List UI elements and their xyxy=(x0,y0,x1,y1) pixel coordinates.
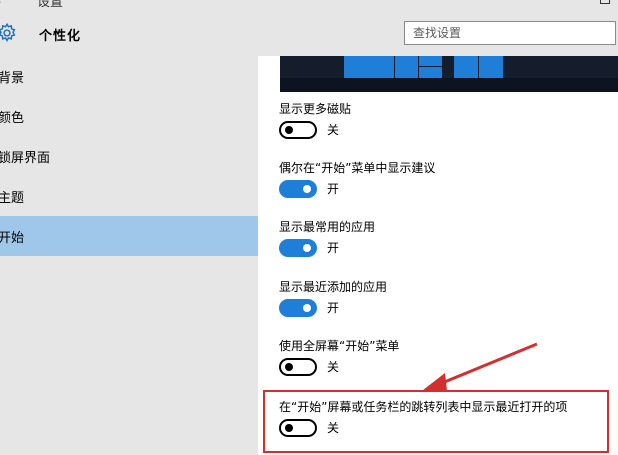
gear-icon xyxy=(0,22,16,42)
settings-content: 显示更多磁贴 关 偶尔在“开始”菜单中显示建议 开 显示最常用的应用 开 显示最… xyxy=(258,56,618,455)
toggle-switch[interactable] xyxy=(279,358,317,376)
setting-label: 显示最近添加的应用 xyxy=(279,280,388,294)
header-bar: ‹ 设置 个性化 xyxy=(0,0,618,56)
toggle-switch[interactable] xyxy=(279,239,317,257)
sidebar-item-lock-screen[interactable]: 锁屏界面 xyxy=(0,136,258,176)
preview-tile xyxy=(344,56,394,78)
sidebar-item-background[interactable]: 背景 xyxy=(0,56,258,96)
setting-recent-items-jump-list: 在“开始”屏幕或任务栏的跳转列表中显示最近打开的项 关 xyxy=(279,398,609,450)
toggle-knob xyxy=(285,363,293,371)
preview-tile xyxy=(395,56,418,78)
sidebar-item-label: 颜色 xyxy=(0,111,25,126)
toggle-state-label: 关 xyxy=(327,360,340,374)
toggle-state-label: 开 xyxy=(327,301,340,315)
setting-most-used-apps: 显示最常用的应用 开 xyxy=(279,218,609,270)
back-arrow-icon[interactable]: ‹ xyxy=(0,0,2,8)
setting-label: 偶尔在“开始”菜单中显示建议 xyxy=(279,161,436,175)
settings-window: ‹ 设置 个性化 背景 颜色 锁屏界面 主题 开始 xyxy=(0,0,618,455)
toggle-switch[interactable] xyxy=(279,121,317,139)
toggle-switch[interactable] xyxy=(279,299,317,317)
toggle-state-label: 关 xyxy=(327,421,340,435)
setting-label: 使用全屏幕“开始”菜单 xyxy=(279,339,400,353)
window-title: 设置 xyxy=(37,0,64,10)
preview-taskbar xyxy=(280,78,618,92)
setting-recently-added-apps: 显示最近添加的应用 开 xyxy=(279,278,609,330)
preview-tile xyxy=(454,56,478,78)
sidebar-item-label: 背景 xyxy=(0,71,25,86)
toggle-knob xyxy=(303,304,311,312)
title-bar: ‹ 设置 xyxy=(0,0,618,10)
sidebar-item-themes[interactable]: 主题 xyxy=(0,176,258,216)
sidebar: 背景 颜色 锁屏界面 主题 开始 xyxy=(0,56,258,455)
setting-full-screen-start: 使用全屏幕“开始”菜单 关 xyxy=(279,337,609,389)
setting-show-suggestions: 偶尔在“开始”菜单中显示建议 开 xyxy=(279,159,609,211)
maximize-button[interactable] xyxy=(600,0,610,4)
sidebar-item-label: 开始 xyxy=(0,231,25,246)
setting-label: 显示更多磁贴 xyxy=(279,102,352,116)
search-input[interactable] xyxy=(413,25,608,41)
sidebar-item-colors[interactable]: 颜色 xyxy=(0,96,258,136)
toggle-knob xyxy=(303,244,311,252)
toggle-state-label: 关 xyxy=(327,123,340,137)
preview-tile xyxy=(419,67,442,78)
setting-show-more-tiles: 显示更多磁贴 关 xyxy=(279,100,609,152)
preview-tile xyxy=(419,56,442,66)
sidebar-item-start[interactable]: 开始 xyxy=(0,216,258,256)
setting-label: 显示最常用的应用 xyxy=(279,220,376,234)
toggle-knob xyxy=(285,424,293,432)
search-box[interactable] xyxy=(404,21,616,45)
toggle-state-label: 开 xyxy=(327,241,340,255)
start-preview-image xyxy=(280,56,618,92)
toggle-knob xyxy=(303,185,311,193)
toggle-state-label: 开 xyxy=(327,182,340,196)
toggle-knob xyxy=(285,126,293,134)
sidebar-item-label: 主题 xyxy=(0,191,25,206)
page-title: 个性化 xyxy=(39,29,82,44)
setting-label: 在“开始”屏幕或任务栏的跳转列表中显示最近打开的项 xyxy=(279,400,568,414)
preview-tile xyxy=(479,56,503,78)
sidebar-item-label: 锁屏界面 xyxy=(0,151,51,166)
toggle-switch[interactable] xyxy=(279,180,317,198)
toggle-switch[interactable] xyxy=(279,419,317,437)
